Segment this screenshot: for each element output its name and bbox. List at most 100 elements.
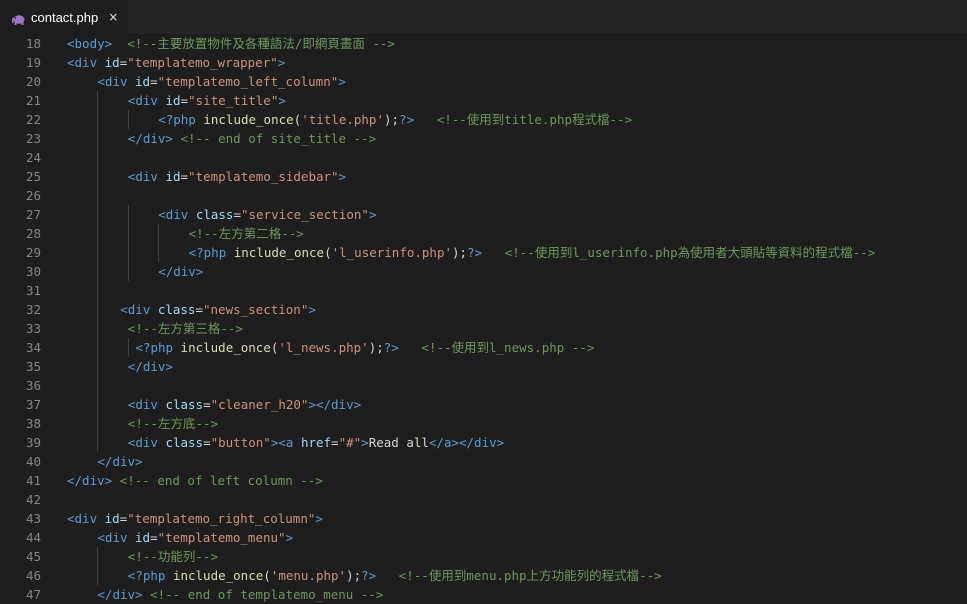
code-line[interactable]: 44<div id="templatemo_menu"> — [0, 528, 967, 547]
code-token: class — [158, 302, 196, 317]
code-line[interactable]: 28<!--左方第二格--> — [0, 224, 967, 243]
code-token: <!--左方第三格--> — [128, 321, 243, 336]
code-text: <div class="button"><a href="#">Read all… — [128, 433, 504, 452]
code-token: </a></div> — [429, 435, 504, 450]
code-line[interactable]: 39<div class="button"><a href="#">Read a… — [0, 433, 967, 452]
line-number: 41 — [0, 471, 41, 490]
code-token: "templatemo_menu" — [158, 530, 286, 545]
code-token: href — [301, 435, 331, 450]
line-number: 20 — [0, 72, 41, 91]
code-line[interactable]: 45<!--功能列--> — [0, 547, 967, 566]
code-token: id — [105, 55, 120, 70]
code-token: "templatemo_right_column" — [127, 511, 315, 526]
code-token: = — [181, 169, 189, 184]
code-text: <!--左方第二格--> — [189, 224, 304, 243]
line-number: 47 — [0, 585, 41, 604]
code-line[interactable]: 19<div id="templatemo_wrapper"> — [0, 53, 967, 72]
code-line[interactable]: 33<!--左方第三格--> — [0, 319, 967, 338]
code-token: <div — [67, 511, 105, 526]
code-token: ( — [324, 245, 332, 260]
code-token: <div — [67, 55, 105, 70]
line-number: 34 — [0, 338, 41, 357]
code-token: include_once — [173, 568, 263, 583]
code-token: "templatemo_sidebar" — [188, 169, 339, 184]
code-text: <?php include_once('l_news.php');?> <!--… — [135, 338, 594, 357]
code-line[interactable]: 47</div> <!-- end of templatemo_menu --> — [0, 585, 967, 604]
code-token: > — [286, 530, 294, 545]
code-text: <?php include_once('menu.php');?> <!--使用… — [128, 566, 662, 585]
code-text: <div id="templatemo_left_column"> — [97, 72, 345, 91]
code-line[interactable]: 27 <div class="service_section"> — [0, 205, 967, 224]
tab-contact-php[interactable]: contact.php × — [0, 0, 128, 34]
code-token: <div — [158, 207, 196, 222]
code-token: <?php — [189, 245, 234, 260]
code-line[interactable]: 31 — [0, 281, 967, 300]
code-token — [112, 473, 120, 488]
tab-title: contact.php — [31, 10, 98, 25]
code-token: > — [338, 74, 346, 89]
code-token: "site_title" — [188, 93, 278, 108]
code-text: <?php include_once('title.php');?> <!--使… — [158, 110, 632, 129]
code-token: id — [165, 169, 180, 184]
code-token: <!--左方第二格--> — [189, 226, 304, 241]
code-text: </div> — [97, 452, 142, 471]
code-editor[interactable]: 18<body> <!--主要放置物件及各種語法/即網頁畫面 -->19 <div… — [0, 34, 967, 600]
code-line[interactable]: 46<?php include_once('menu.php');?> <!--… — [0, 566, 967, 585]
code-line[interactable]: 37<div class="cleaner_h20"></div> — [0, 395, 967, 414]
code-line[interactable]: 23</div> <!-- end of site_title --> — [0, 129, 967, 148]
code-line[interactable]: 34 <?php include_once('l_news.php');?> <!… — [0, 338, 967, 357]
code-line[interactable]: 20 <div id="templatemo_left_column"> — [0, 72, 967, 91]
line-number: 32 — [0, 300, 41, 319]
code-line[interactable]: 24 — [0, 148, 967, 167]
code-token: <!--使用到l_news.php --> — [421, 340, 594, 355]
code-line[interactable]: 26 — [0, 186, 967, 205]
line-number: 24 — [0, 148, 41, 167]
code-token — [112, 36, 127, 51]
code-text: <?php include_once('l_userinfo.php');?> … — [189, 243, 876, 262]
code-text: <div class="service_section"> — [158, 205, 376, 224]
code-token: <!-- end of site_title --> — [180, 131, 376, 146]
code-token: ?> — [361, 568, 376, 583]
code-token: > — [278, 55, 286, 70]
code-token: ?> — [384, 340, 399, 355]
code-text: <div id="templatemo_right_column"> — [67, 509, 323, 528]
code-line[interactable]: 43<div id="templatemo_right_column"> — [0, 509, 967, 528]
line-number: 27 — [0, 205, 41, 224]
line-number: 40 — [0, 452, 41, 471]
close-icon[interactable]: × — [108, 10, 118, 24]
code-token: > — [308, 302, 316, 317]
code-line[interactable]: 40 </div> — [0, 452, 967, 471]
code-token: Read all — [369, 435, 429, 450]
code-line[interactable]: 32<div class="news_section"> — [0, 300, 967, 319]
code-token: ?> — [399, 112, 414, 127]
code-token: id — [165, 93, 180, 108]
code-token: <div — [120, 302, 158, 317]
code-token — [414, 112, 437, 127]
code-token — [482, 245, 505, 260]
code-line[interactable]: 22<?php include_once('title.php');?> <!-… — [0, 110, 967, 129]
code-line[interactable]: 36 — [0, 376, 967, 395]
code-token: <div — [97, 74, 135, 89]
code-line[interactable]: 41</div> <!-- end of left column --> — [0, 471, 967, 490]
code-line[interactable]: 25<div id="templatemo_sidebar"> — [0, 167, 967, 186]
code-token: 'title.php' — [301, 112, 384, 127]
code-line[interactable]: 18<body> <!--主要放置物件及各種語法/即網頁畫面 --> — [0, 34, 967, 53]
line-number: 19 — [0, 53, 41, 72]
code-token: = — [233, 207, 241, 222]
code-line[interactable]: 21<div id="site_title"> — [0, 91, 967, 110]
code-line[interactable]: 42 — [0, 490, 967, 509]
code-line[interactable]: 35</div> — [0, 357, 967, 376]
code-token: "news_section" — [203, 302, 308, 317]
code-token: id — [135, 74, 150, 89]
code-token: class — [196, 207, 234, 222]
code-token: > — [278, 93, 286, 108]
line-number: 45 — [0, 547, 41, 566]
code-line[interactable]: 29<?php include_once('l_userinfo.php');?… — [0, 243, 967, 262]
code-token: </div> — [97, 454, 142, 469]
code-line[interactable]: 38<!--左方底--> — [0, 414, 967, 433]
code-line[interactable]: 30</div> — [0, 262, 967, 281]
code-text: </div> — [128, 357, 173, 376]
code-token: <div — [128, 397, 166, 412]
line-number: 36 — [0, 376, 41, 395]
code-text: <body> <!--主要放置物件及各種語法/即網頁畫面 --> — [67, 34, 395, 53]
